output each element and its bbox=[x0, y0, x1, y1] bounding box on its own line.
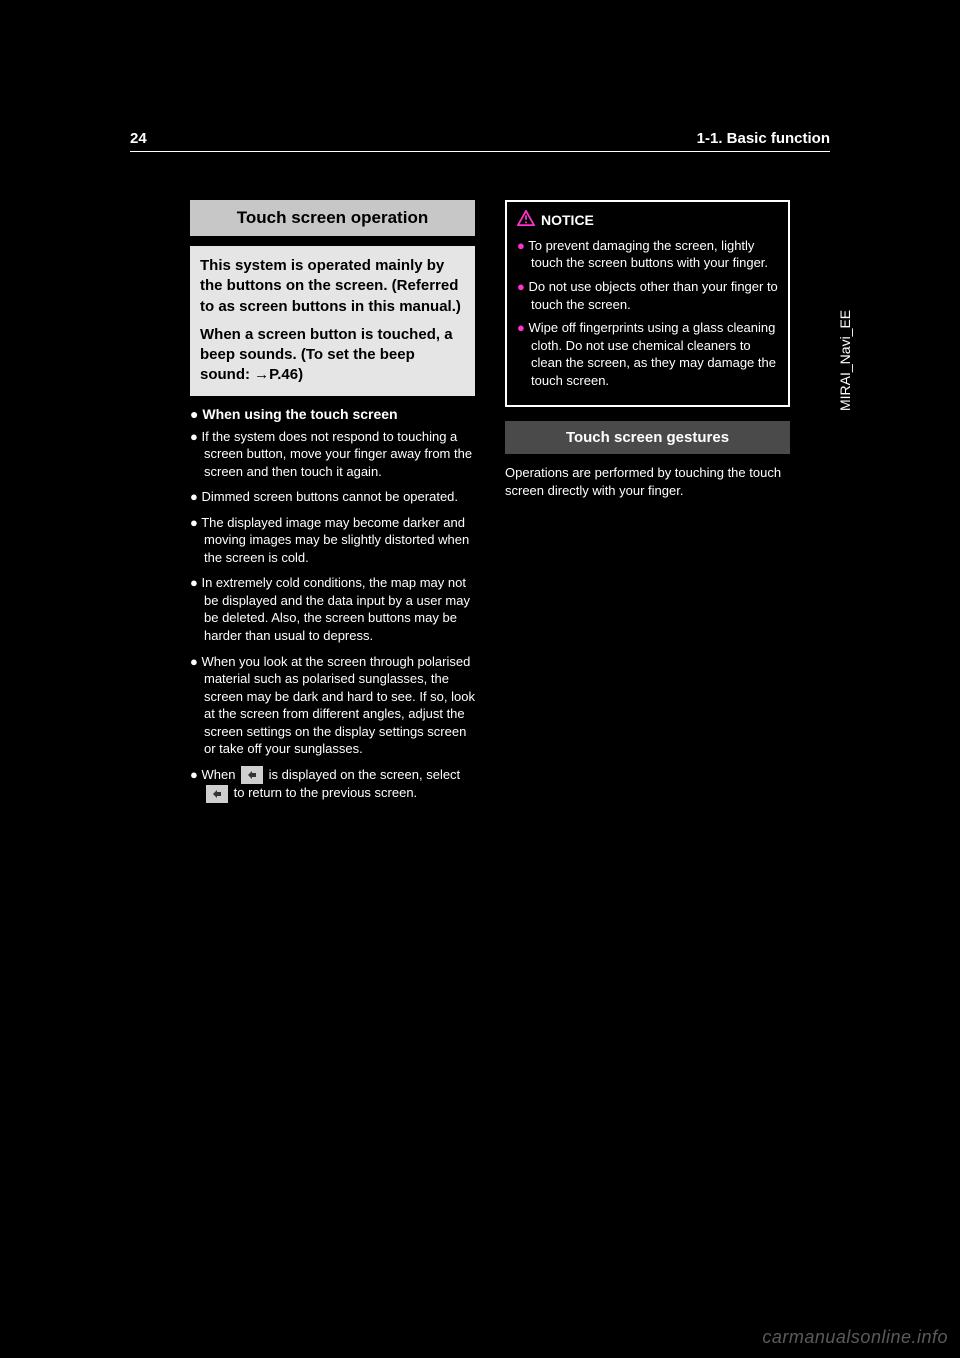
gestures-paragraph: Operations are performed by touching the… bbox=[505, 464, 790, 499]
list-item: Dimmed screen buttons cannot be operated… bbox=[190, 488, 475, 506]
list-item-text: When bbox=[201, 767, 239, 782]
list-item: Wipe off fingerprints using a glass clea… bbox=[517, 319, 778, 389]
notice-title: NOTICE bbox=[517, 210, 778, 231]
list-item-with-icons: When is displayed on the screen, select … bbox=[190, 766, 475, 803]
list-item: When you look at the screen through pola… bbox=[190, 653, 475, 758]
notice-bullet-list: To prevent damaging the screen, lightly … bbox=[517, 237, 778, 389]
intro-paragraph: When a screen button is touched, a beep … bbox=[200, 325, 465, 386]
side-tab-label: MIRAI_Navi_EE bbox=[830, 230, 860, 490]
intro-paragraph: This system is operated mainly by the bu… bbox=[200, 256, 465, 317]
back-arrow-icon bbox=[241, 766, 263, 784]
notice-box: NOTICE To prevent damaging the screen, l… bbox=[505, 200, 790, 407]
content-columns: Touch screen operation This system is op… bbox=[190, 200, 790, 811]
list-item: Do not use objects other than your finge… bbox=[517, 278, 778, 313]
subheading: When using the touch screen bbox=[190, 406, 475, 422]
list-item: If the system does not respond to touchi… bbox=[190, 428, 475, 481]
manual-page: 24 1-1. Basic function MIRAI_Navi_EE Tou… bbox=[130, 130, 830, 1228]
section-heading: Touch screen gestures bbox=[505, 421, 790, 454]
page-header: 24 1-1. Basic function bbox=[130, 130, 830, 152]
list-item: To prevent damaging the screen, lightly … bbox=[517, 237, 778, 272]
warning-icon bbox=[517, 210, 535, 231]
gestures-text: Operations are performed by touching the… bbox=[505, 464, 790, 499]
left-column: Touch screen operation This system is op… bbox=[190, 200, 475, 811]
chapter-title: 1-1. Basic function bbox=[697, 130, 830, 147]
list-item-text: is displayed on the screen, select bbox=[269, 767, 461, 782]
list-item: In extremely cold conditions, the map ma… bbox=[190, 574, 475, 644]
watermark: carmanualsonline.info bbox=[762, 1327, 948, 1348]
right-column: NOTICE To prevent damaging the screen, l… bbox=[505, 200, 790, 811]
section-heading: Touch screen operation bbox=[190, 200, 475, 236]
bullet-list: If the system does not respond to touchi… bbox=[190, 428, 475, 803]
list-item-text: to return to the previous screen. bbox=[234, 785, 418, 800]
list-item: The displayed image may become darker an… bbox=[190, 514, 475, 567]
intro-box: This system is operated mainly by the bu… bbox=[190, 246, 475, 396]
notice-title-text: NOTICE bbox=[541, 211, 594, 230]
page-number: 24 bbox=[130, 130, 147, 147]
back-arrow-icon bbox=[206, 785, 228, 803]
